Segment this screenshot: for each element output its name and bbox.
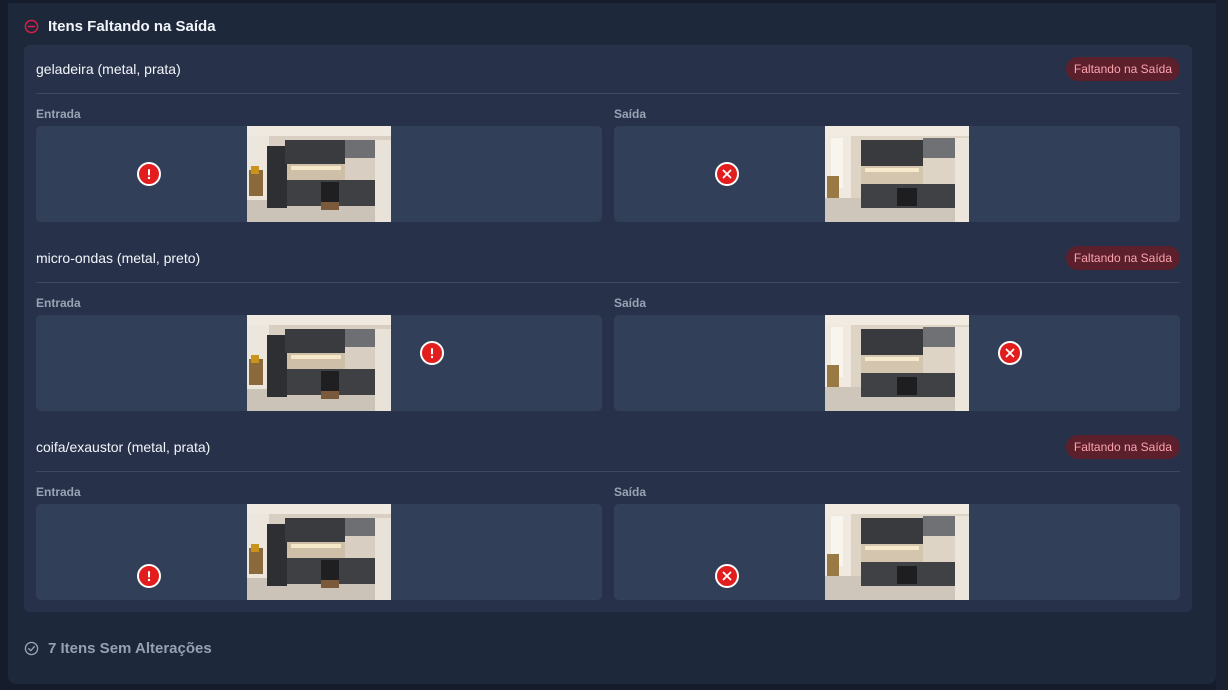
item-title: geladeira (metal, prata) [36, 61, 181, 77]
saida-label: Saída [614, 107, 647, 121]
missing-items-section-header[interactable]: Itens Faltando na Saída [24, 16, 216, 36]
exclamation-icon[interactable] [137, 162, 161, 186]
check-circle-icon [24, 641, 39, 655]
divider [36, 471, 1180, 472]
saida-photo[interactable] [825, 315, 969, 411]
status-badge: Faltando na Saída [1065, 435, 1180, 459]
missing-item-card: micro-ondas (metal, preto) Faltando na S… [24, 234, 1192, 423]
entrada-label: Entrada [36, 296, 81, 310]
entrada-photo[interactable] [247, 315, 391, 411]
entrada-photo[interactable] [247, 504, 391, 600]
x-icon[interactable] [715, 162, 739, 186]
entrada-image-box[interactable] [36, 504, 602, 600]
missing-item-card: geladeira (metal, prata) Faltando na Saí… [24, 45, 1192, 234]
status-badge: Faltando na Saída [1065, 57, 1180, 81]
divider [36, 282, 1180, 283]
missing-items-section-title: Itens Faltando na Saída [48, 17, 216, 35]
saida-image-box[interactable] [614, 504, 1180, 600]
entrada-photo[interactable] [247, 126, 391, 222]
saida-photo[interactable] [825, 504, 969, 600]
saida-image-box[interactable] [614, 315, 1180, 411]
item-title: micro-ondas (metal, preto) [36, 250, 201, 266]
saida-label: Saída [614, 296, 647, 310]
scrollbar[interactable] [1216, 0, 1228, 690]
entrada-image-box[interactable] [36, 126, 602, 222]
entrada-label: Entrada [36, 485, 81, 499]
entrada-image-box[interactable] [36, 315, 602, 411]
saida-photo[interactable] [825, 126, 969, 222]
unchanged-items-section-header[interactable]: 7 Itens Sem Alterações [24, 638, 212, 658]
entrada-label: Entrada [36, 107, 81, 121]
divider [36, 93, 1180, 94]
x-icon[interactable] [715, 564, 739, 588]
unchanged-items-section-title: 7 Itens Sem Alterações [48, 639, 212, 657]
x-icon[interactable] [998, 341, 1022, 365]
item-title: coifa/exaustor (metal, prata) [36, 439, 211, 455]
exclamation-icon[interactable] [420, 341, 444, 365]
saida-image-box[interactable] [614, 126, 1180, 222]
status-badge: Faltando na Saída [1065, 246, 1180, 270]
exclamation-icon[interactable] [137, 564, 161, 588]
missing-item-card: coifa/exaustor (metal, prata) Faltando n… [24, 423, 1192, 612]
minus-circle-icon [24, 19, 39, 33]
saida-label: Saída [614, 485, 647, 499]
